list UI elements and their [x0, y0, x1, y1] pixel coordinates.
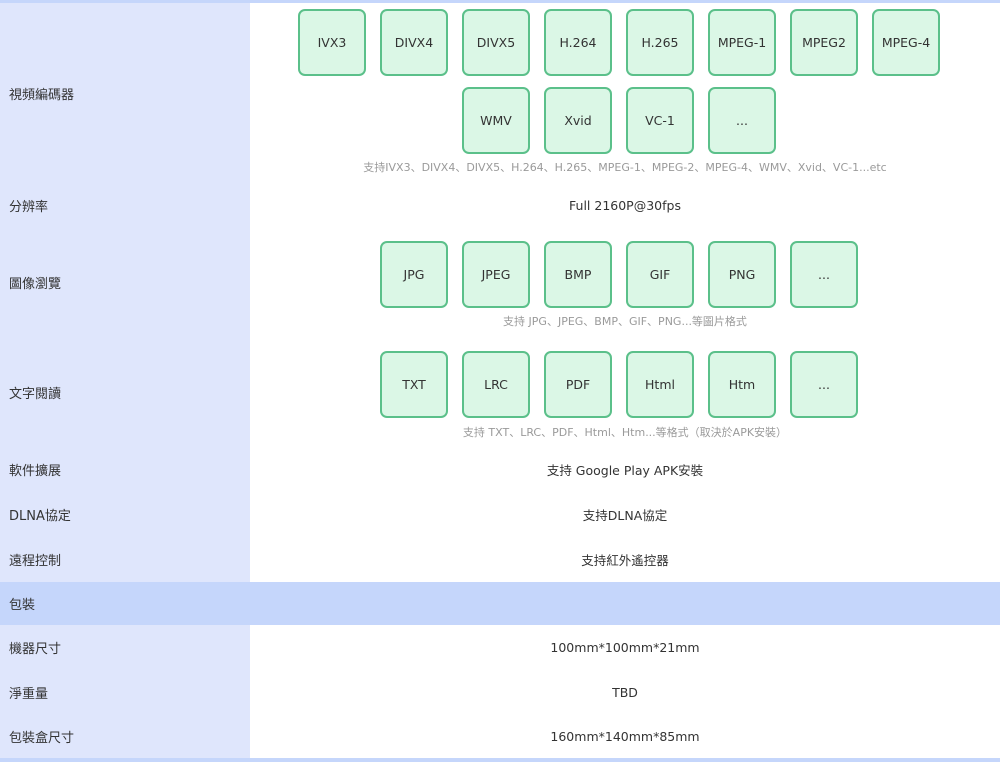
- packaging-section-header: 包裝: [0, 582, 1000, 625]
- video-value: IVX3 DIVX4 DIVX5 H.264 H.265 MPEG-1 MPEG…: [250, 3, 1000, 183]
- codec-tile-mpeg4: MPEG-4: [872, 9, 940, 76]
- codec-tile-divx5: DIVX5: [462, 9, 530, 76]
- dlna-label: DLNA協定: [0, 492, 250, 537]
- image-tile-more: ...: [790, 241, 858, 308]
- image-note: 支持 JPG、JPEG、BMP、GIF、PNG...等圖片格式: [503, 315, 747, 328]
- spec-row-box: 包裝盒尺寸 160mm*140mm*85mm: [0, 714, 1000, 758]
- codec-tile-mpeg1: MPEG-1: [708, 9, 776, 76]
- spec-row-remote: 遠程控制 支持紅外遙控器: [0, 537, 1000, 582]
- image-tile-png: PNG: [708, 241, 776, 308]
- codec-tile-h264: H.264: [544, 9, 612, 76]
- text-tile-lrc: LRC: [462, 351, 530, 418]
- text-tile-htm: Htm: [708, 351, 776, 418]
- text-tile-pdf: PDF: [544, 351, 612, 418]
- size-value: 100mm*100mm*21mm: [250, 625, 1000, 670]
- size-label: 機器尺寸: [0, 625, 250, 670]
- image-value: JPG JPEG BMP GIF PNG ... 支持 JPG、JPEG、BMP…: [250, 227, 1000, 337]
- text-tile-html: Html: [626, 351, 694, 418]
- box-value: 160mm*140mm*85mm: [250, 714, 1000, 758]
- spec-row-software: 軟件擴展 支持 Google Play APK安裝: [0, 447, 1000, 492]
- text-tile-more: ...: [790, 351, 858, 418]
- resolution-value: Full 2160P@30fps: [250, 183, 1000, 227]
- box-label: 包裝盒尺寸: [0, 714, 250, 758]
- codec-tile-vc1: VC-1: [626, 87, 694, 154]
- spec-row-size: 機器尺寸 100mm*100mm*21mm: [0, 625, 1000, 670]
- codec-tile-xvid: Xvid: [544, 87, 612, 154]
- codec-tile-divx4: DIVX4: [380, 9, 448, 76]
- spec-row-text: 文字閱讀 TXT LRC PDF Html Htm ... 支持 TXT、LRC…: [0, 337, 1000, 447]
- video-note: 支持IVX3、DIVX4、DIVX5、H.264、H.265、MPEG-1、MP…: [363, 161, 887, 174]
- image-tile-jpeg: JPEG: [462, 241, 530, 308]
- image-tile-jpg: JPG: [380, 241, 448, 308]
- weight-label: 淨重量: [0, 670, 250, 714]
- weight-value: TBD: [250, 670, 1000, 714]
- codec-tile-ivx3: IVX3: [298, 9, 366, 76]
- spec-row-weight: 淨重量 TBD: [0, 670, 1000, 714]
- spec-row-dlna: DLNA協定 支持DLNA協定: [0, 492, 1000, 537]
- text-label: 文字閱讀: [0, 337, 250, 447]
- spec-table: 視頻編碼器 IVX3 DIVX4 DIVX5 H.264 H.265 MPEG-…: [0, 0, 1000, 762]
- software-value: 支持 Google Play APK安裝: [250, 447, 1000, 492]
- dlna-value: 支持DLNA協定: [250, 492, 1000, 537]
- resolution-label: 分辨率: [0, 183, 250, 227]
- video-label: 視頻編碼器: [0, 3, 250, 183]
- text-note: 支持 TXT、LRC、PDF、Html、Htm...等格式（取決於APK安裝）: [462, 426, 788, 439]
- spec-row-resolution: 分辨率 Full 2160P@30fps: [0, 183, 1000, 227]
- spec-row-image: 圖像瀏覽 JPG JPEG BMP GIF PNG ... 支持 JPG、JPE…: [0, 227, 1000, 337]
- codec-tile-wmv: WMV: [462, 87, 530, 154]
- software-label: 軟件擴展: [0, 447, 250, 492]
- remote-label: 遠程控制: [0, 537, 250, 582]
- image-label: 圖像瀏覽: [0, 227, 250, 337]
- codec-tile-h265: H.265: [626, 9, 694, 76]
- spec-row-video: 視頻編碼器 IVX3 DIVX4 DIVX5 H.264 H.265 MPEG-…: [0, 3, 1000, 183]
- text-tile-txt: TXT: [380, 351, 448, 418]
- codec-tile-more: ...: [708, 87, 776, 154]
- bottom-divider: [0, 758, 1000, 762]
- text-value: TXT LRC PDF Html Htm ... 支持 TXT、LRC、PDF、…: [250, 337, 1000, 447]
- image-tile-gif: GIF: [626, 241, 694, 308]
- image-tile-bmp: BMP: [544, 241, 612, 308]
- remote-value: 支持紅外遙控器: [250, 537, 1000, 582]
- codec-tile-mpeg2: MPEG2: [790, 9, 858, 76]
